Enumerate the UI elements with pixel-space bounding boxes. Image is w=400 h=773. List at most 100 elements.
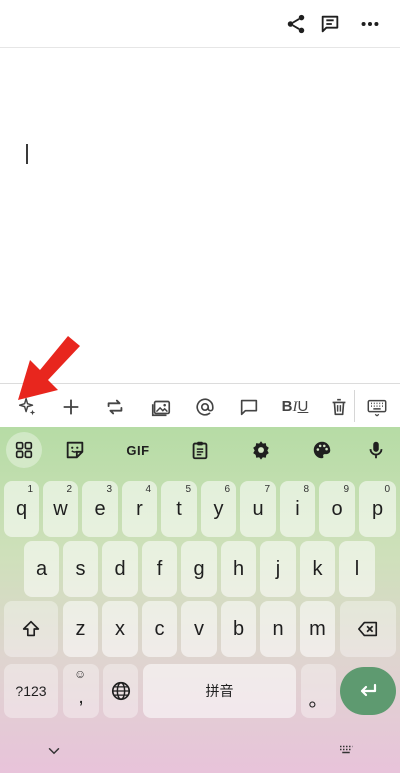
- key-label: m: [309, 617, 326, 640]
- key-t[interactable]: 5t: [161, 481, 197, 537]
- apps-grid-icon[interactable]: [6, 432, 42, 468]
- period-label: 。: [308, 688, 329, 711]
- soft-keyboard: GIF 1q 2w 3e 4r 5t 6y 7u 8i 9o 0p a s d …: [0, 427, 400, 773]
- key-label: y: [213, 497, 224, 520]
- backspace-key[interactable]: [340, 601, 396, 657]
- key-f[interactable]: f: [142, 541, 177, 597]
- key-label: o: [331, 497, 343, 520]
- key-m[interactable]: m: [300, 601, 335, 657]
- key-h[interactable]: h: [221, 541, 256, 597]
- key-x[interactable]: x: [102, 601, 138, 657]
- at-icon[interactable]: [192, 394, 218, 420]
- delete-icon[interactable]: [326, 394, 352, 420]
- key-y[interactable]: 6y: [201, 481, 236, 537]
- comment-icon[interactable]: [236, 394, 262, 420]
- enter-key[interactable]: [340, 667, 396, 715]
- key-hint: 8: [303, 484, 309, 495]
- key-label: g: [193, 557, 205, 580]
- gif-button[interactable]: GIF: [118, 432, 158, 468]
- key-l[interactable]: l: [339, 541, 375, 597]
- key-p[interactable]: 0p: [359, 481, 396, 537]
- key-w[interactable]: 2w: [43, 481, 78, 537]
- key-hint: 1: [27, 484, 33, 495]
- key-label: e: [94, 497, 106, 520]
- key-label: s: [75, 557, 86, 580]
- key-c[interactable]: c: [142, 601, 177, 657]
- enter-icon: [360, 683, 377, 697]
- text-cursor: [26, 144, 28, 164]
- settings-gear-icon[interactable]: [243, 432, 279, 468]
- keyboard-nav-row: [0, 727, 400, 773]
- key-label: b: [232, 617, 245, 640]
- sticker-icon[interactable]: [57, 432, 93, 468]
- key-label: f: [156, 557, 163, 580]
- key-label: r: [136, 497, 143, 520]
- key-label: i: [295, 497, 300, 520]
- gif-label: GIF: [126, 442, 150, 458]
- key-label: c: [154, 617, 165, 640]
- key-s[interactable]: s: [63, 541, 98, 597]
- key-label: z: [75, 617, 86, 640]
- key-label: q: [15, 497, 28, 520]
- key-label: p: [371, 497, 384, 520]
- key-g[interactable]: g: [181, 541, 217, 597]
- text-format-icon[interactable]: BIU: [276, 394, 314, 420]
- key-r[interactable]: 4r: [122, 481, 157, 537]
- key-a[interactable]: a: [24, 541, 59, 597]
- key-label: l: [354, 557, 360, 580]
- key-b[interactable]: b: [221, 601, 256, 657]
- key-hint: 6: [224, 484, 230, 495]
- share-icon[interactable]: [284, 12, 308, 36]
- key-label: n: [272, 617, 284, 640]
- comma-key[interactable]: ☺ ,: [63, 664, 99, 718]
- backspace-icon: [358, 621, 378, 637]
- shift-key[interactable]: [4, 601, 58, 657]
- key-label: k: [312, 557, 323, 580]
- key-d[interactable]: d: [102, 541, 138, 597]
- key-v[interactable]: v: [181, 601, 217, 657]
- comment-icon[interactable]: [318, 12, 342, 36]
- key-u[interactable]: 7u: [240, 481, 276, 537]
- key-label: t: [176, 497, 182, 520]
- language-key[interactable]: [103, 664, 138, 718]
- image-icon[interactable]: [148, 394, 174, 420]
- key-hint: 4: [145, 484, 151, 495]
- palette-icon[interactable]: [304, 432, 340, 468]
- key-j[interactable]: j: [260, 541, 296, 597]
- repeat-icon[interactable]: [102, 394, 128, 420]
- key-label: d: [114, 557, 126, 580]
- key-hint: 7: [264, 484, 270, 495]
- key-o[interactable]: 9o: [319, 481, 355, 537]
- key-label: j: [275, 557, 281, 580]
- top-app-bar: [0, 0, 400, 48]
- comma-label: ,: [78, 685, 84, 708]
- key-label: a: [35, 557, 48, 580]
- space-key[interactable]: 拼音: [143, 664, 296, 718]
- key-z[interactable]: z: [63, 601, 98, 657]
- key-label: v: [194, 617, 204, 640]
- bold-glyph: B: [281, 398, 293, 415]
- clipboard-icon[interactable]: [182, 432, 218, 468]
- shift-icon: [22, 620, 40, 637]
- key-e[interactable]: 3e: [82, 481, 118, 537]
- symbols-key[interactable]: ?123: [4, 664, 58, 718]
- microphone-icon[interactable]: [358, 432, 394, 468]
- key-n[interactable]: n: [260, 601, 296, 657]
- key-hint: 9: [343, 484, 349, 495]
- space-label: 拼音: [205, 683, 234, 699]
- key-i[interactable]: 8i: [280, 481, 315, 537]
- more-vert-icon[interactable]: [358, 12, 382, 36]
- period-key[interactable]: 。: [301, 664, 336, 718]
- key-hint: 3: [106, 484, 112, 495]
- symbols-label: ?123: [15, 683, 47, 699]
- key-k[interactable]: k: [300, 541, 335, 597]
- emoji-hint: ☺: [74, 667, 87, 681]
- key-hint: 0: [384, 484, 390, 495]
- red-arrow-annotation: [18, 336, 80, 400]
- key-label: h: [232, 557, 245, 580]
- keyboard-switch-icon[interactable]: [334, 739, 358, 763]
- key-label: u: [252, 497, 264, 520]
- hide-keyboard-chevron-icon[interactable]: [42, 739, 66, 763]
- key-q[interactable]: 1q: [4, 481, 39, 537]
- keyboard-icon[interactable]: [364, 394, 390, 420]
